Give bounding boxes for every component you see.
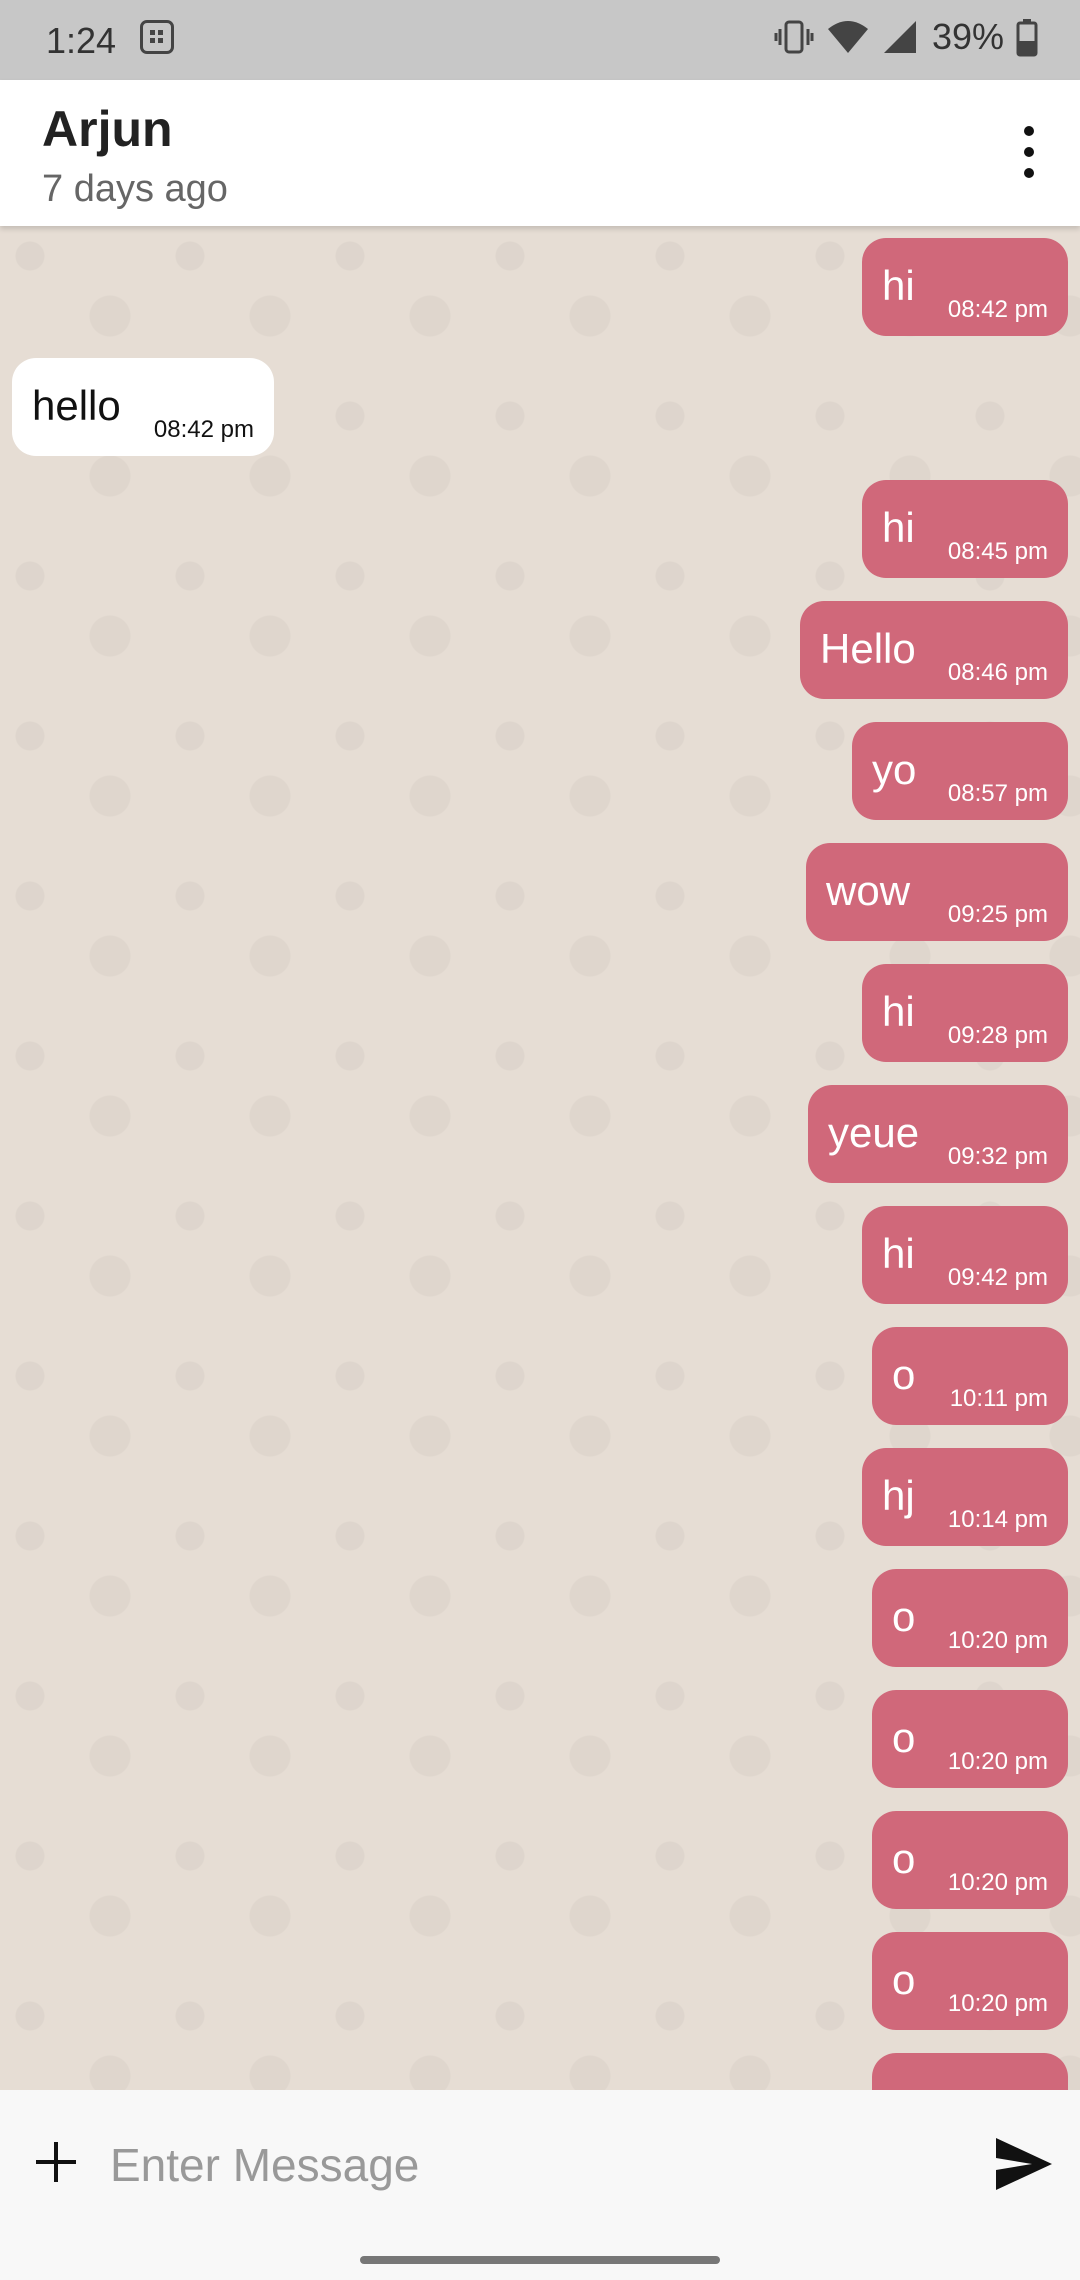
message-text: o — [892, 1351, 916, 1398]
battery-percent: 39% — [931, 16, 1004, 57]
message-timestamp: 10:14 pm — [947, 1506, 1048, 1533]
message-text: wow — [826, 867, 911, 914]
outgoing-message[interactable]: wow 09:25 pm — [806, 843, 1068, 941]
send-icon[interactable] — [992, 2134, 1056, 2194]
message-input[interactable] — [108, 2128, 952, 2202]
outgoing-message[interactable]: hi 08:42 pm — [862, 238, 1068, 336]
outgoing-message[interactable]: o 10:20 pm — [872, 1690, 1068, 1788]
message-text: hello — [32, 382, 121, 429]
message-timestamp: 08:46 pm — [947, 659, 1048, 686]
outgoing-message[interactable]: o 10:20 pm — [872, 1569, 1068, 1667]
message-text: o — [892, 1956, 916, 2003]
message-timestamp: 10:20 pm — [947, 1869, 1048, 1896]
message-timestamp: 10:11 pm — [949, 1385, 1048, 1412]
message-timestamp: 09:42 pm — [947, 1264, 1048, 1291]
message-text: hi — [882, 504, 915, 551]
status-bar: 1:24 39% — [0, 0, 1080, 80]
app-notification-icon — [140, 20, 174, 54]
battery-icon — [1016, 19, 1038, 57]
message-timestamp: 10:20 pm — [947, 1627, 1048, 1654]
outgoing-message[interactable]: yeue 09:32 pm — [808, 1085, 1068, 1183]
navigation-bar — [0, 2238, 1080, 2280]
message-text: o — [892, 1835, 916, 1882]
message-timestamp: 08:42 pm — [947, 296, 1048, 323]
message-composer — [0, 2090, 1080, 2238]
message-timestamp: 09:32 pm — [947, 1143, 1048, 1170]
message-timestamp: 09:25 pm — [947, 901, 1048, 928]
message-timestamp: 08:57 pm — [947, 780, 1048, 807]
status-time: 1:24 — [46, 20, 117, 61]
outgoing-message[interactable]: hi 09:28 pm — [862, 964, 1068, 1062]
status-icons: 39% — [774, 16, 1038, 58]
message-timestamp: 10:20 pm — [947, 1748, 1048, 1775]
more-options-button[interactable] — [1004, 122, 1052, 182]
contact-name[interactable]: Arjun — [42, 100, 173, 158]
outgoing-message[interactable]: o 10:20 pm — [872, 1811, 1068, 1909]
message-list[interactable]: hi 08:42 pm hello 08:42 pm hi 08:45 pm Hello 08… — [0, 226, 1080, 2090]
outgoing-message[interactable]: hj 10:14 pm — [862, 1448, 1068, 1546]
message-timestamp: 10:20 pm — [947, 1990, 1048, 2017]
message-text: yo — [872, 746, 917, 793]
message-timestamp: 08:45 pm — [947, 538, 1048, 565]
message-text: yeue — [828, 1109, 920, 1156]
vibrate-icon — [774, 20, 814, 54]
home-indicator[interactable] — [360, 2256, 720, 2264]
message-text: hi — [882, 988, 915, 1035]
signal-icon — [883, 21, 916, 53]
message-text: o — [892, 1593, 916, 1640]
last-seen: 7 days ago — [42, 168, 228, 210]
incoming-message[interactable]: hello 08:42 pm — [12, 358, 274, 456]
wifi-icon — [827, 21, 868, 53]
chat-header: Arjun 7 days ago — [0, 80, 1080, 226]
attach-button[interactable] — [30, 2136, 82, 2188]
outgoing-message[interactable] — [872, 2053, 1068, 2090]
outgoing-message[interactable]: yo 08:57 pm — [852, 722, 1068, 820]
message-timestamp: 09:28 pm — [947, 1022, 1048, 1049]
outgoing-message[interactable]: Hello 08:46 pm — [800, 601, 1068, 699]
message-text: hj — [882, 1472, 915, 1519]
outgoing-message[interactable]: hi 08:45 pm — [862, 480, 1068, 578]
message-timestamp: 08:42 pm — [153, 416, 254, 443]
outgoing-message[interactable]: hi 09:42 pm — [862, 1206, 1068, 1304]
outgoing-message[interactable]: o 10:20 pm — [872, 1932, 1068, 2030]
message-text: hi — [882, 262, 915, 309]
message-text: Hello — [820, 625, 916, 672]
message-text: o — [892, 1714, 916, 1761]
outgoing-message[interactable]: o 10:11 pm — [872, 1327, 1068, 1425]
message-text: hi — [882, 1230, 915, 1277]
